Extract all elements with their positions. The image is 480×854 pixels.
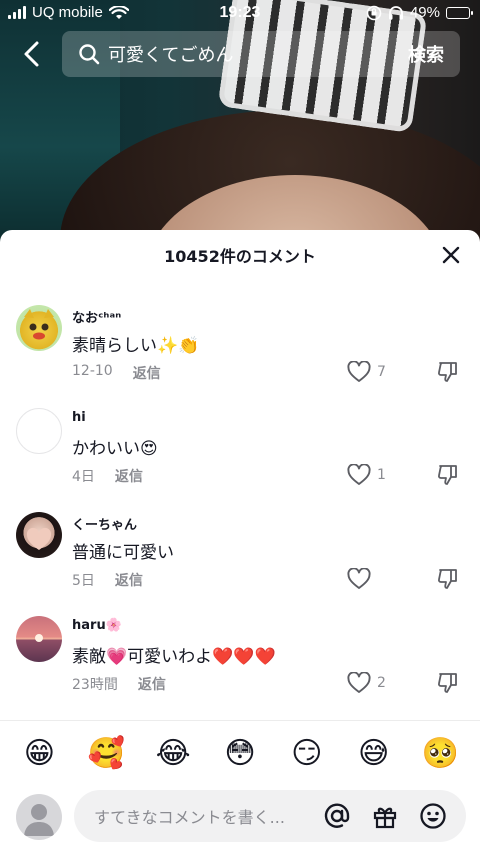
comment-item: hi かわいい😍 4日 返信 1	[0, 408, 480, 512]
comment-date: 23時間	[72, 677, 118, 693]
thumbs-down-icon[interactable]	[436, 671, 460, 695]
sheet-header: 10452件のコメント	[0, 230, 480, 280]
thumbs-down-icon[interactable]	[436, 567, 460, 591]
comments-count-title: 10452件のコメント	[164, 247, 316, 266]
emoji-sweat-smile[interactable]: 😅	[349, 732, 399, 776]
back-arrow-icon[interactable]	[18, 38, 48, 70]
comment-text: 普通に可愛い	[72, 543, 174, 563]
like-button[interactable]: 1	[347, 464, 386, 486]
search-query[interactable]: 可愛くてごめん	[108, 41, 408, 67]
heart-icon	[347, 672, 371, 693]
gift-icon[interactable]	[370, 801, 400, 831]
like-count: 1	[377, 467, 386, 483]
heart-hands-icon	[26, 527, 52, 550]
comment-input-placeholder[interactable]: すてきなコメントを書く...	[94, 804, 322, 828]
heart-icon	[347, 464, 371, 485]
like-button[interactable]	[347, 568, 377, 590]
sunset-icon	[35, 634, 43, 642]
comment-date: 12-10	[72, 363, 113, 379]
divider	[0, 720, 480, 721]
heart-icon	[347, 568, 371, 589]
comment-input-row: すてきなコメントを書く...	[0, 788, 480, 844]
like-button[interactable]: 7	[347, 361, 386, 383]
yellow-character-icon	[24, 309, 54, 340]
search-icon	[79, 44, 100, 65]
status-bar: UQ mobile 19:23 49%	[0, 0, 480, 28]
comment-username[interactable]: haru🌸	[72, 618, 122, 633]
default-user-icon	[24, 804, 54, 836]
thumbs-down-icon[interactable]	[436, 360, 460, 384]
emoji-smirk[interactable]: 😏	[282, 732, 332, 776]
comment-text: 素晴らしい✨👏	[72, 336, 200, 356]
avatar[interactable]	[16, 305, 62, 351]
orientation-lock-icon	[366, 5, 382, 20]
search-button[interactable]: 検索	[408, 41, 444, 67]
comment-text: 素敵💗可愛いわよ❤️❤️❤️	[72, 647, 276, 667]
emoji-flushed[interactable]: 😳	[215, 732, 265, 776]
comments-sheet: 10452件のコメント なおᶜʰᵃⁿ 素晴らしい✨👏 12-10 返信 7 hi	[0, 230, 480, 854]
thumbs-down-icon[interactable]	[436, 463, 460, 487]
mention-icon[interactable]	[322, 801, 352, 831]
reply-button[interactable]: 返信	[138, 674, 166, 694]
headphones-icon	[388, 5, 403, 19]
like-count: 7	[377, 364, 386, 380]
emoji-pleading[interactable]: 🥺	[415, 732, 465, 776]
battery-icon	[446, 6, 473, 19]
comment-username[interactable]: くーちゃん	[72, 514, 137, 533]
like-button[interactable]: 2	[347, 672, 386, 694]
comment-date: 5日	[72, 573, 95, 589]
comment-date: 4日	[72, 469, 95, 485]
emoji-smiling-hearts[interactable]: 🥰	[81, 732, 131, 776]
heart-icon	[347, 361, 371, 382]
comment-item: なおᶜʰᵃⁿ 素晴らしい✨👏 12-10 返信 7	[0, 305, 480, 409]
reply-button[interactable]: 返信	[115, 466, 143, 486]
comment-username[interactable]: hi	[72, 410, 86, 425]
battery-percent: 49%	[409, 4, 440, 21]
my-avatar[interactable]	[16, 794, 62, 840]
reply-button[interactable]: 返信	[115, 570, 143, 590]
comment-item: haru🌸 素敵💗可愛いわよ❤️❤️❤️ 23時間 返信 2	[0, 616, 480, 720]
comment-username[interactable]: なおᶜʰᵃⁿ	[72, 307, 121, 326]
avatar[interactable]	[16, 616, 62, 662]
avatar[interactable]	[16, 408, 62, 454]
like-count: 2	[377, 675, 386, 691]
emoji-quick-bar: 😁 🥰 😂 😳 😏 😅 🥺	[0, 732, 480, 776]
avatar[interactable]	[16, 512, 62, 558]
reply-button[interactable]: 返信	[133, 363, 161, 383]
comment-text: かわいい😍	[72, 439, 158, 459]
emoji-tears-of-joy[interactable]: 😂	[148, 732, 198, 776]
close-icon[interactable]	[440, 244, 462, 266]
comment-item: くーちゃん 普通に可愛い 5日 返信	[0, 512, 480, 616]
comment-input[interactable]: すてきなコメントを書く...	[74, 790, 466, 842]
search-field[interactable]: 可愛くてごめん 検索	[62, 31, 460, 77]
emoji-grin[interactable]: 😁	[14, 732, 64, 776]
emoji-picker-icon[interactable]	[418, 801, 448, 831]
